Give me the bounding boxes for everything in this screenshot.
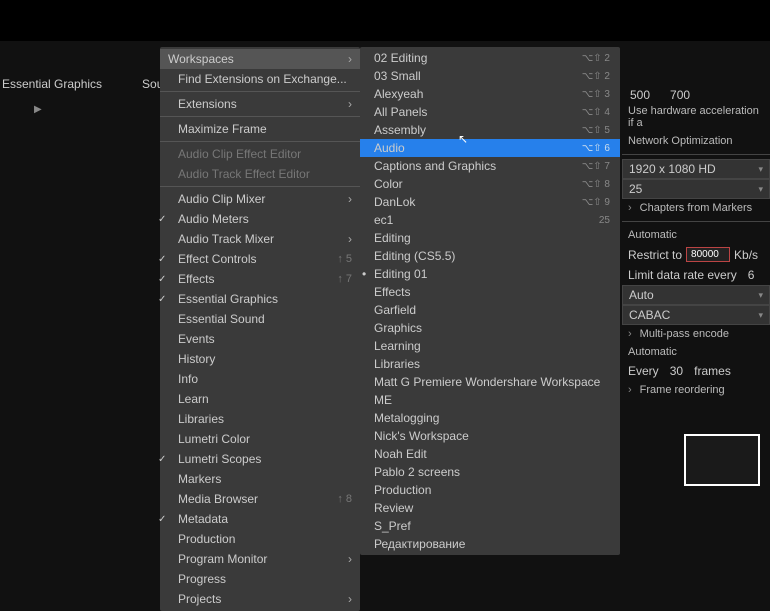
menu-info[interactable]: Info bbox=[160, 369, 360, 389]
workspace-color[interactable]: Color⌥⇧ 8 bbox=[360, 175, 620, 193]
menu-markers[interactable]: Markers bbox=[160, 469, 360, 489]
menu-effects[interactable]: Effects↑ 7 bbox=[160, 269, 360, 289]
auto-dropdown[interactable]: Auto bbox=[622, 285, 770, 305]
menu-find-extensions[interactable]: Find Extensions on Exchange... bbox=[160, 69, 360, 89]
workspace-ec1[interactable]: ec125 bbox=[360, 211, 620, 229]
menu-events[interactable]: Events bbox=[160, 329, 360, 349]
workspace-graphics[interactable]: Graphics bbox=[360, 319, 620, 337]
workspaces-submenu: 02 Editing⌥⇧ 203 Small⌥⇧ 2Alexyeah⌥⇧ 3Al… bbox=[360, 47, 620, 555]
menu-metadata[interactable]: Metadata bbox=[160, 509, 360, 529]
menu-essential-graphics[interactable]: Essential Graphics bbox=[160, 289, 360, 309]
preview-thumbnail[interactable] bbox=[684, 434, 760, 486]
menu-media-browser[interactable]: Media Browser↑ 8 bbox=[160, 489, 360, 509]
workspace-all-panels[interactable]: All Panels⌥⇧ 4 bbox=[360, 103, 620, 121]
menu-maximize-frame[interactable]: Maximize Frame bbox=[160, 119, 360, 139]
workspace-03-small[interactable]: 03 Small⌥⇧ 2 bbox=[360, 67, 620, 85]
multipass-encode[interactable]: Multi-pass encode bbox=[622, 325, 770, 343]
chevron-right-icon: ▶ bbox=[34, 104, 42, 115]
workspace-metalogging[interactable]: Metalogging bbox=[360, 409, 620, 427]
workspace-captions-and-graphics[interactable]: Captions and Graphics⌥⇧ 7 bbox=[360, 157, 620, 175]
workspace-editing-cs5-5-[interactable]: Editing (CS5.5) bbox=[360, 247, 620, 265]
fps-dropdown[interactable]: 25 bbox=[622, 179, 770, 199]
timeline-ruler: 500700 bbox=[622, 88, 770, 102]
workspace-me[interactable]: ME bbox=[360, 391, 620, 409]
menu-projects[interactable]: Projects bbox=[160, 589, 360, 609]
chapters-from-markers[interactable]: Chapters from Markers bbox=[622, 199, 770, 217]
workspace-editing[interactable]: Editing bbox=[360, 229, 620, 247]
workspace-pablo-2-screens[interactable]: Pablo 2 screens bbox=[360, 463, 620, 481]
workspace--[interactable]: Редактирование bbox=[360, 535, 620, 553]
menu-progress[interactable]: Progress bbox=[160, 569, 360, 589]
workspace-nick-s-workspace[interactable]: Nick's Workspace bbox=[360, 427, 620, 445]
workspace-production[interactable]: Production bbox=[360, 481, 620, 499]
workspace-assembly[interactable]: Assembly⌥⇧ 5 bbox=[360, 121, 620, 139]
separator bbox=[160, 116, 360, 117]
menu-program-monitor[interactable]: Program Monitor bbox=[160, 549, 360, 569]
network-opt-option[interactable]: Network Optimization bbox=[622, 132, 770, 150]
separator bbox=[160, 186, 360, 187]
menu-learn[interactable]: Learn bbox=[160, 389, 360, 409]
workspace-matt-g-premiere-wondershare-workspace[interactable]: Matt G Premiere Wondershare Workspace bbox=[360, 373, 620, 391]
hw-accel-option[interactable]: Use hardware acceleration if a bbox=[622, 102, 770, 132]
cabac-dropdown[interactable]: CABAC bbox=[622, 305, 770, 325]
workspace-noah-edit[interactable]: Noah Edit bbox=[360, 445, 620, 463]
workspace-audio[interactable]: Audio⌥⇧ 6 bbox=[360, 139, 620, 157]
menu-extensions[interactable]: Extensions bbox=[160, 94, 360, 114]
separator bbox=[160, 91, 360, 92]
window-titlebar bbox=[0, 0, 770, 41]
limit-data-rate-row: Limit data rate every 6 bbox=[622, 265, 770, 285]
menu-libraries[interactable]: Libraries bbox=[160, 409, 360, 429]
bitrate-input[interactable] bbox=[686, 247, 730, 262]
menu-lumetri-color[interactable]: Lumetri Color bbox=[160, 429, 360, 449]
menu-workspaces[interactable]: Workspaces bbox=[160, 49, 360, 69]
workspace-danlok[interactable]: DanLok⌥⇧ 9 bbox=[360, 193, 620, 211]
separator bbox=[160, 141, 360, 142]
automatic-label: Automatic bbox=[622, 226, 770, 244]
workspace-review[interactable]: Review bbox=[360, 499, 620, 517]
export-settings-panel: 500700 Use hardware acceleration if a Ne… bbox=[622, 88, 770, 399]
menu-audio-track-mixer[interactable]: Audio Track Mixer bbox=[160, 229, 360, 249]
menu-essential-sound[interactable]: Essential Sound bbox=[160, 309, 360, 329]
workspace-garfield[interactable]: Garfield bbox=[360, 301, 620, 319]
menu-audio-clip-effect-editor: Audio Clip Effect Editor bbox=[160, 144, 360, 164]
menu-lumetri-scopes[interactable]: Lumetri Scopes bbox=[160, 449, 360, 469]
menu-audio-clip-mixer[interactable]: Audio Clip Mixer bbox=[160, 189, 360, 209]
tab-essential-graphics[interactable]: Essential Graphics bbox=[2, 77, 102, 91]
workspace-effects[interactable]: Effects bbox=[360, 283, 620, 301]
window-menu: Workspaces Find Extensions on Exchange..… bbox=[160, 47, 360, 611]
menu-audio-meters[interactable]: Audio Meters bbox=[160, 209, 360, 229]
workspace-alexyeah[interactable]: Alexyeah⌥⇧ 3 bbox=[360, 85, 620, 103]
every-frames-row: Every 30 frames bbox=[622, 361, 770, 381]
automatic2-label: Automatic bbox=[622, 343, 770, 361]
workspace-libraries[interactable]: Libraries bbox=[360, 355, 620, 373]
restrict-to-row: Restrict to Kb/s bbox=[622, 244, 770, 265]
workspace-learning[interactable]: Learning bbox=[360, 337, 620, 355]
menu-effect-controls[interactable]: Effect Controls↑ 5 bbox=[160, 249, 360, 269]
menu-production[interactable]: Production bbox=[160, 529, 360, 549]
workspace-editing-01[interactable]: Editing 01 bbox=[360, 265, 620, 283]
menu-history[interactable]: History bbox=[160, 349, 360, 369]
frame-reordering[interactable]: Frame reordering bbox=[622, 381, 770, 399]
workspace-s-pref[interactable]: S_Pref bbox=[360, 517, 620, 535]
menu-audio-track-effect-editor: Audio Track Effect Editor bbox=[160, 164, 360, 184]
resolution-dropdown[interactable]: 1920 x 1080 HD bbox=[622, 159, 770, 179]
workspace-02-editing[interactable]: 02 Editing⌥⇧ 2 bbox=[360, 49, 620, 67]
